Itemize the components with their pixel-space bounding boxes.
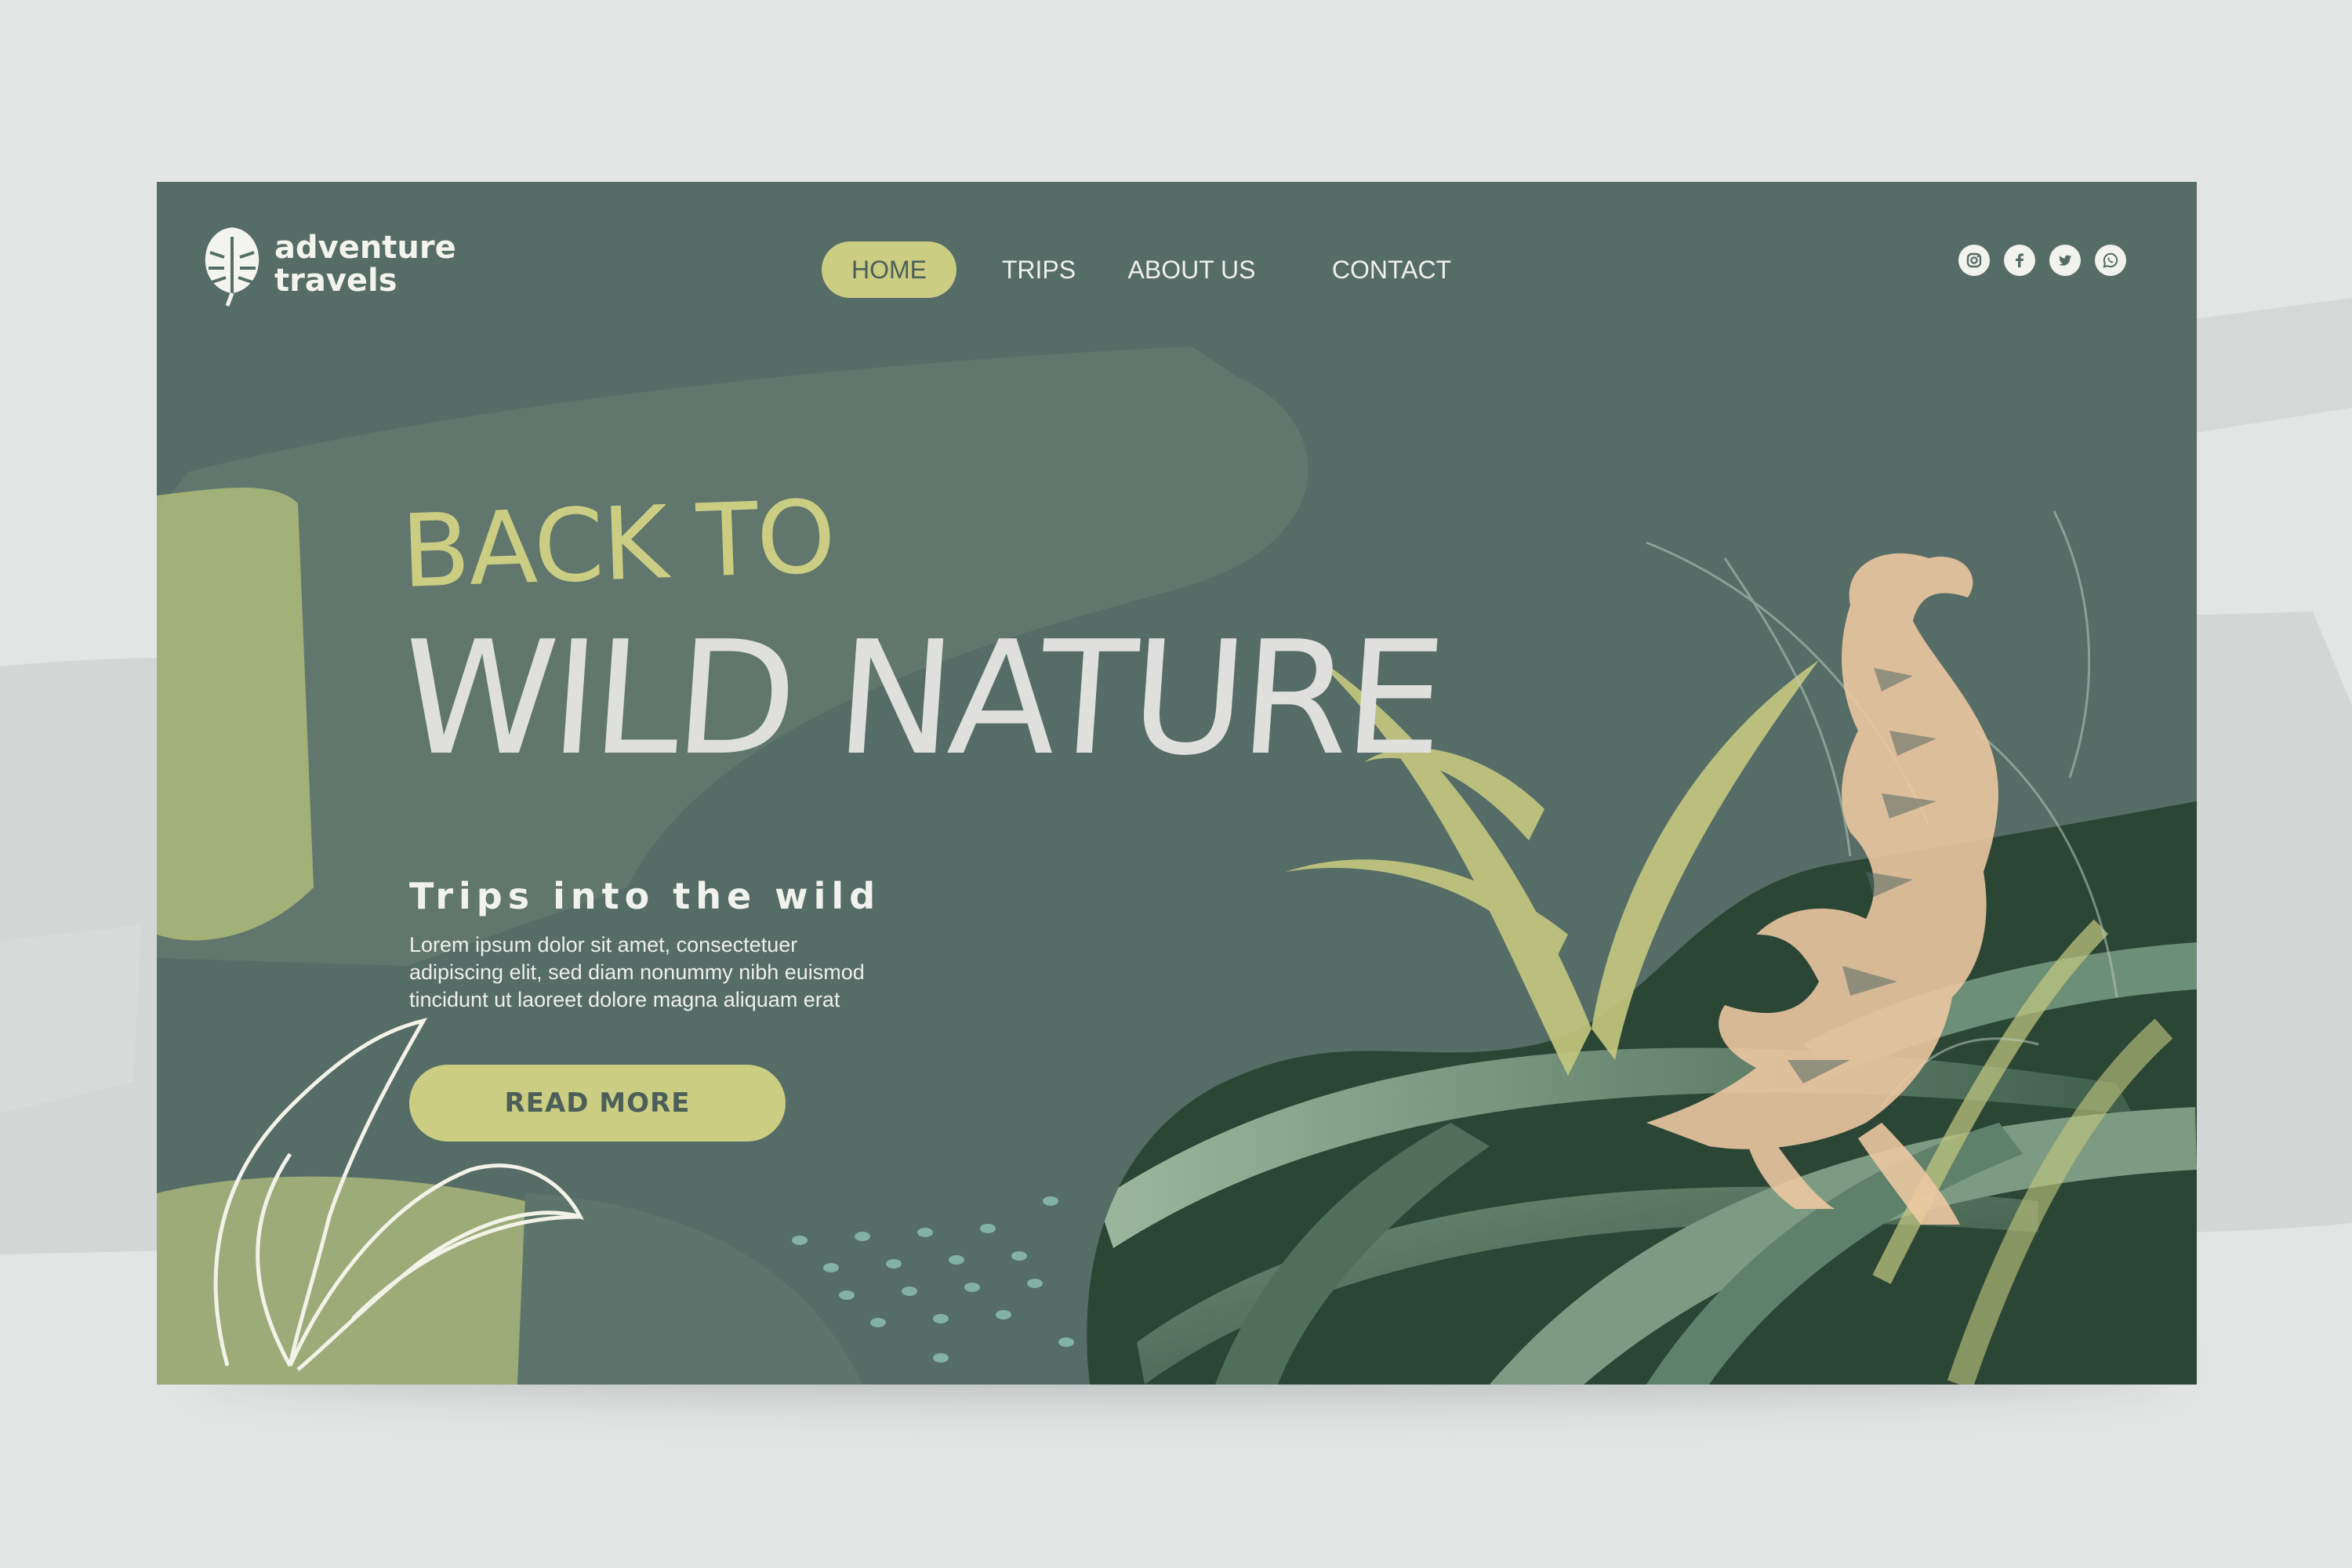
hero-subtitle: Trips into the wild [409, 875, 881, 917]
hero-description: Lorem ipsum dolor sit amet, consectetuer… [409, 931, 942, 1014]
hero-description-line: adipiscing elit, sed diam nonummy nibh e… [409, 960, 865, 984]
hero-description-line: tincidunt ut laoreet dolore magna aliqua… [409, 988, 840, 1011]
landing-page-card: adventure travels HOME TRIPS ABOUT US CO… [157, 182, 2197, 1385]
social-links [1958, 245, 2126, 276]
nav-trips[interactable]: TRIPS [980, 241, 1098, 298]
monstera-leaf-icon [205, 227, 260, 307]
nav-contact[interactable]: CONTACT [1301, 241, 1482, 298]
hero-title-line1: BACK TO [399, 478, 837, 611]
brand-name-line1: adventure [274, 230, 456, 266]
nav-home[interactable]: HOME [822, 241, 956, 298]
read-more-button[interactable]: READ MORE [409, 1065, 786, 1142]
whatsapp-icon[interactable] [2095, 245, 2126, 276]
nav-about-us[interactable]: ABOUT US [1098, 241, 1286, 298]
facebook-icon[interactable] [2004, 245, 2035, 276]
hero-title-line2: WILD NATURE [394, 608, 1446, 790]
twitter-icon[interactable] [2049, 245, 2081, 276]
hero-description-line: Lorem ipsum dolor sit amet, consectetuer [409, 933, 798, 956]
brand-name-line2: travels [274, 263, 397, 299]
instagram-icon[interactable] [1958, 245, 1990, 276]
brand-logo[interactable]: adventure travels [201, 221, 456, 307]
